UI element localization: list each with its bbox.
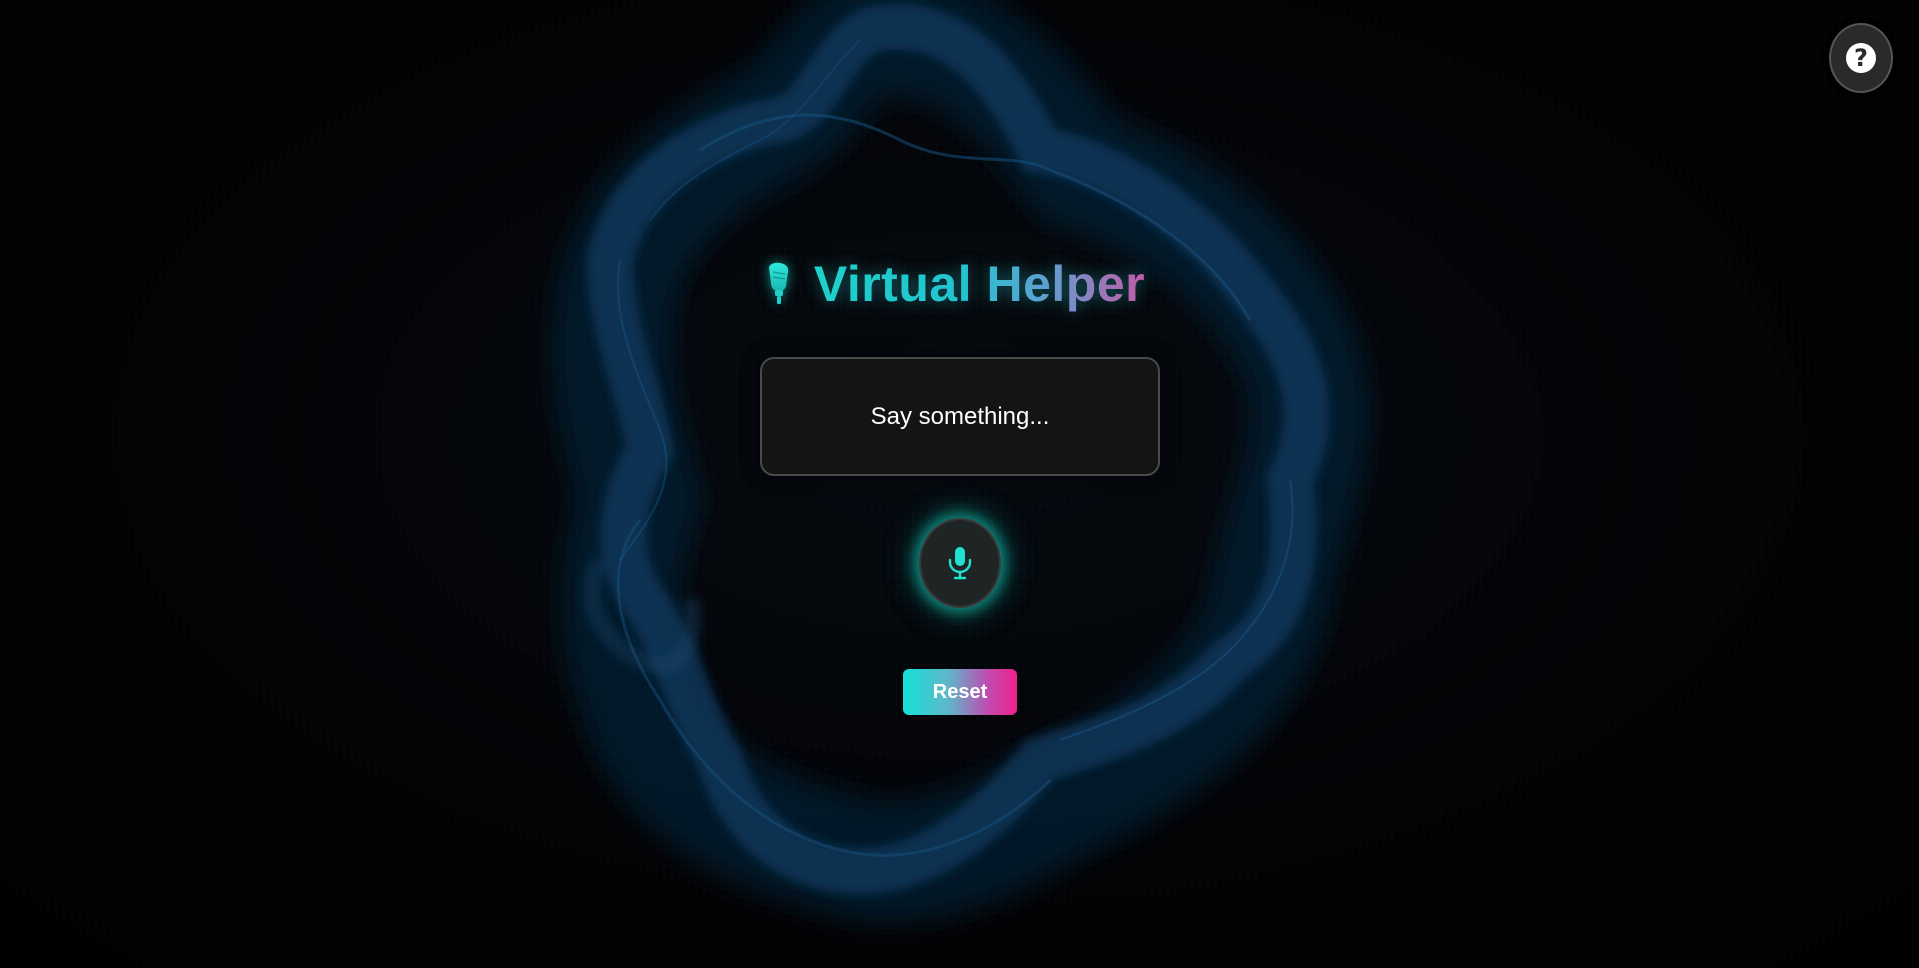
microphone-icon xyxy=(768,262,789,304)
page-title: Virtual Helper xyxy=(813,256,1146,312)
help-button[interactable]: ? xyxy=(1829,23,1893,93)
mic-button[interactable] xyxy=(919,518,1001,608)
page-header: Virtual Helper xyxy=(0,255,1919,313)
reset-button[interactable]: Reset xyxy=(903,669,1017,715)
speech-output-box: Say something... xyxy=(760,357,1160,476)
background-texture xyxy=(0,0,1919,968)
microphone-icon xyxy=(948,547,972,580)
speech-output-text: Say something... xyxy=(870,402,1050,430)
app-stage: ? Virtual Helper Say something... Reset xyxy=(0,0,1919,968)
question-icon: ? xyxy=(1846,43,1876,73)
smoke-ring-background xyxy=(551,0,1370,922)
